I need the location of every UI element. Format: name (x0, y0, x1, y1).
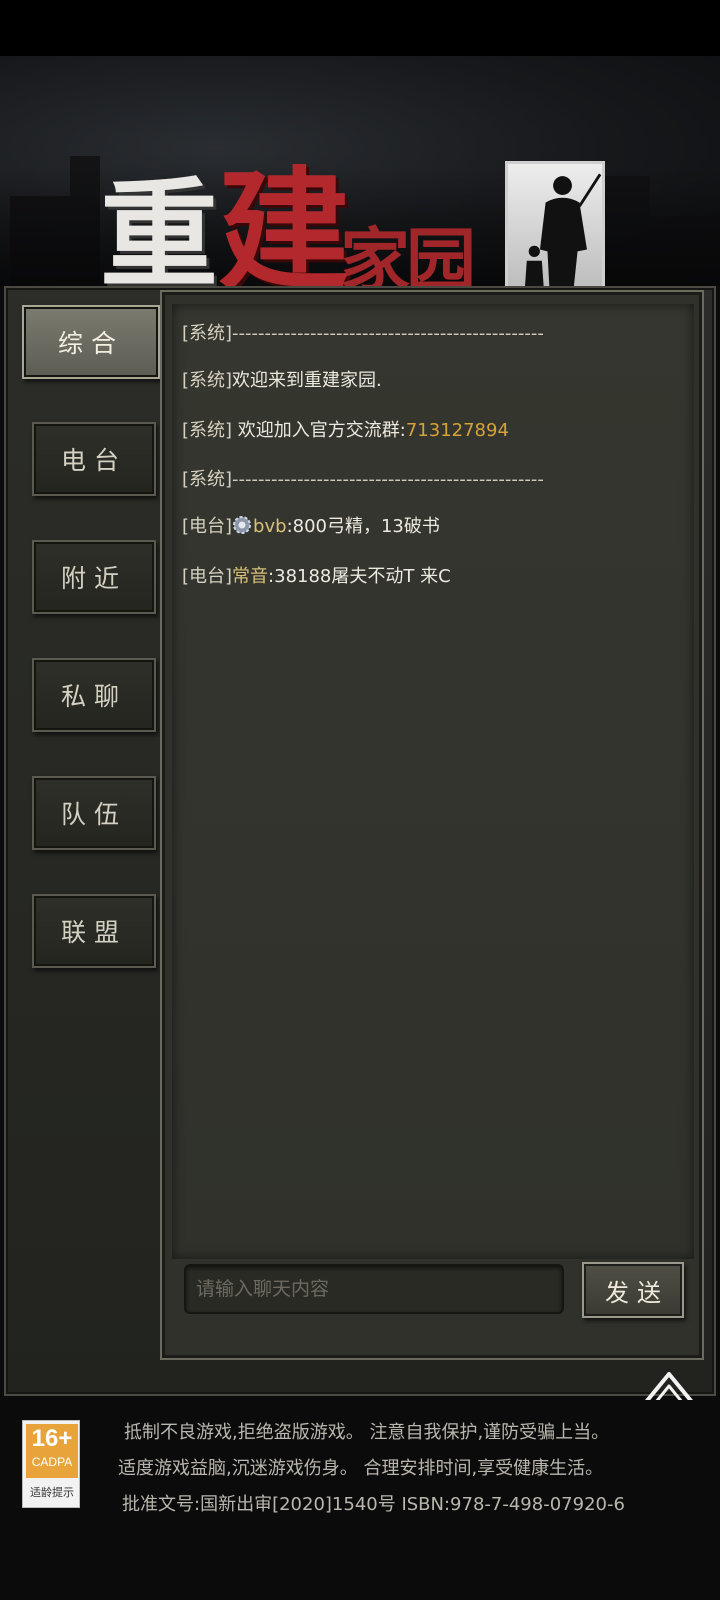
chat-input-row: 发送 (184, 1262, 684, 1322)
logo-text-3: 家园 (340, 219, 476, 287)
footer: 16+ CADPA 适龄提示 抵制不良游戏,拒绝盗版游戏。 注意自我保护,谨防受… (0, 1400, 720, 1600)
age-rating-badge: 16+ CADPA 适龄提示 (22, 1420, 80, 1508)
chat-message: [系统]------------------------------------… (182, 464, 684, 496)
message-text: 欢迎来到重建家园. (232, 370, 382, 391)
message-channel: [电台] (182, 566, 233, 587)
tab-label: 综合 (57, 329, 124, 358)
tab-label: 电台 (60, 446, 127, 475)
rating-org: CADPA (31, 1455, 73, 1469)
tab-label: 私聊 (60, 682, 127, 711)
age-rating: 16+ (31, 1425, 73, 1452)
message-channel: [系统] (182, 420, 233, 441)
tab-team[interactable]: 队伍 (32, 776, 156, 850)
player-name[interactable]: bvb (253, 516, 287, 537)
status-bar (0, 0, 720, 56)
tab-general[interactable]: 综合 (22, 305, 160, 379)
logo-text-1: 重 (100, 165, 218, 287)
gear-badge-icon (233, 516, 252, 534)
approval-number: 批准文号:国新出审[2020]1540号 ISBN:978-7-498-0792… (122, 1494, 625, 1515)
game-banner: 重 建 家园 (0, 56, 720, 286)
logo-text-2: 建 (218, 154, 350, 287)
message-text: ----------------------------------------… (232, 323, 544, 344)
message-channel: [系统] (182, 469, 233, 490)
tab-label: 队伍 (60, 800, 127, 829)
game-logo: 重 建 家园 (100, 156, 620, 286)
message-text: 欢迎加入官方交流群: (232, 420, 406, 441)
message-text: :800弓精，13破书 (286, 516, 440, 537)
tab-nearby[interactable]: 附近 (32, 540, 156, 614)
message-text: ----------------------------------------… (232, 469, 544, 490)
chat-panel: [系统]------------------------------------… (160, 290, 704, 1360)
chat-message: [系统]欢迎来到重建家园. (182, 364, 684, 398)
player-name[interactable]: 常音 (232, 566, 268, 587)
survivor-silhouette-icon (505, 161, 605, 286)
message-text: :38188屠夫不动T 来C (268, 566, 451, 587)
health-notice-line1: 抵制不良游戏,拒绝盗版游戏。 注意自我保护,谨防受骗上当。 (124, 1422, 610, 1443)
tab-radio[interactable]: 电台 (32, 422, 156, 496)
chat-message: [电台]常音:38188屠夫不动T 来C (182, 560, 684, 594)
chat-message: [系统] 欢迎加入官方交流群:713127894 (182, 414, 684, 448)
message-channel: [系统] (182, 370, 233, 391)
message-channel: [电台] (182, 516, 233, 537)
message-channel: [系统] (182, 323, 233, 344)
chat-message: [电台] bvb:800弓精，13破书 (182, 510, 684, 544)
tab-label: 联盟 (60, 918, 127, 947)
send-button[interactable]: 发送 (582, 1262, 684, 1318)
tab-alliance[interactable]: 联盟 (32, 894, 156, 968)
chat-message: [系统]------------------------------------… (182, 318, 684, 350)
health-notice-line2: 适度游戏益脑,沉迷游戏伤身。 合理安排时间,享受健康生活。 (118, 1458, 604, 1479)
group-number-link[interactable]: 713127894 (406, 420, 509, 441)
tab-private[interactable]: 私聊 (32, 658, 156, 732)
tab-label: 附近 (60, 564, 127, 593)
chat-log[interactable]: [系统]------------------------------------… (172, 304, 694, 1259)
chat-input[interactable] (184, 1264, 564, 1314)
rating-tip: 适龄提示 (30, 1486, 74, 1499)
